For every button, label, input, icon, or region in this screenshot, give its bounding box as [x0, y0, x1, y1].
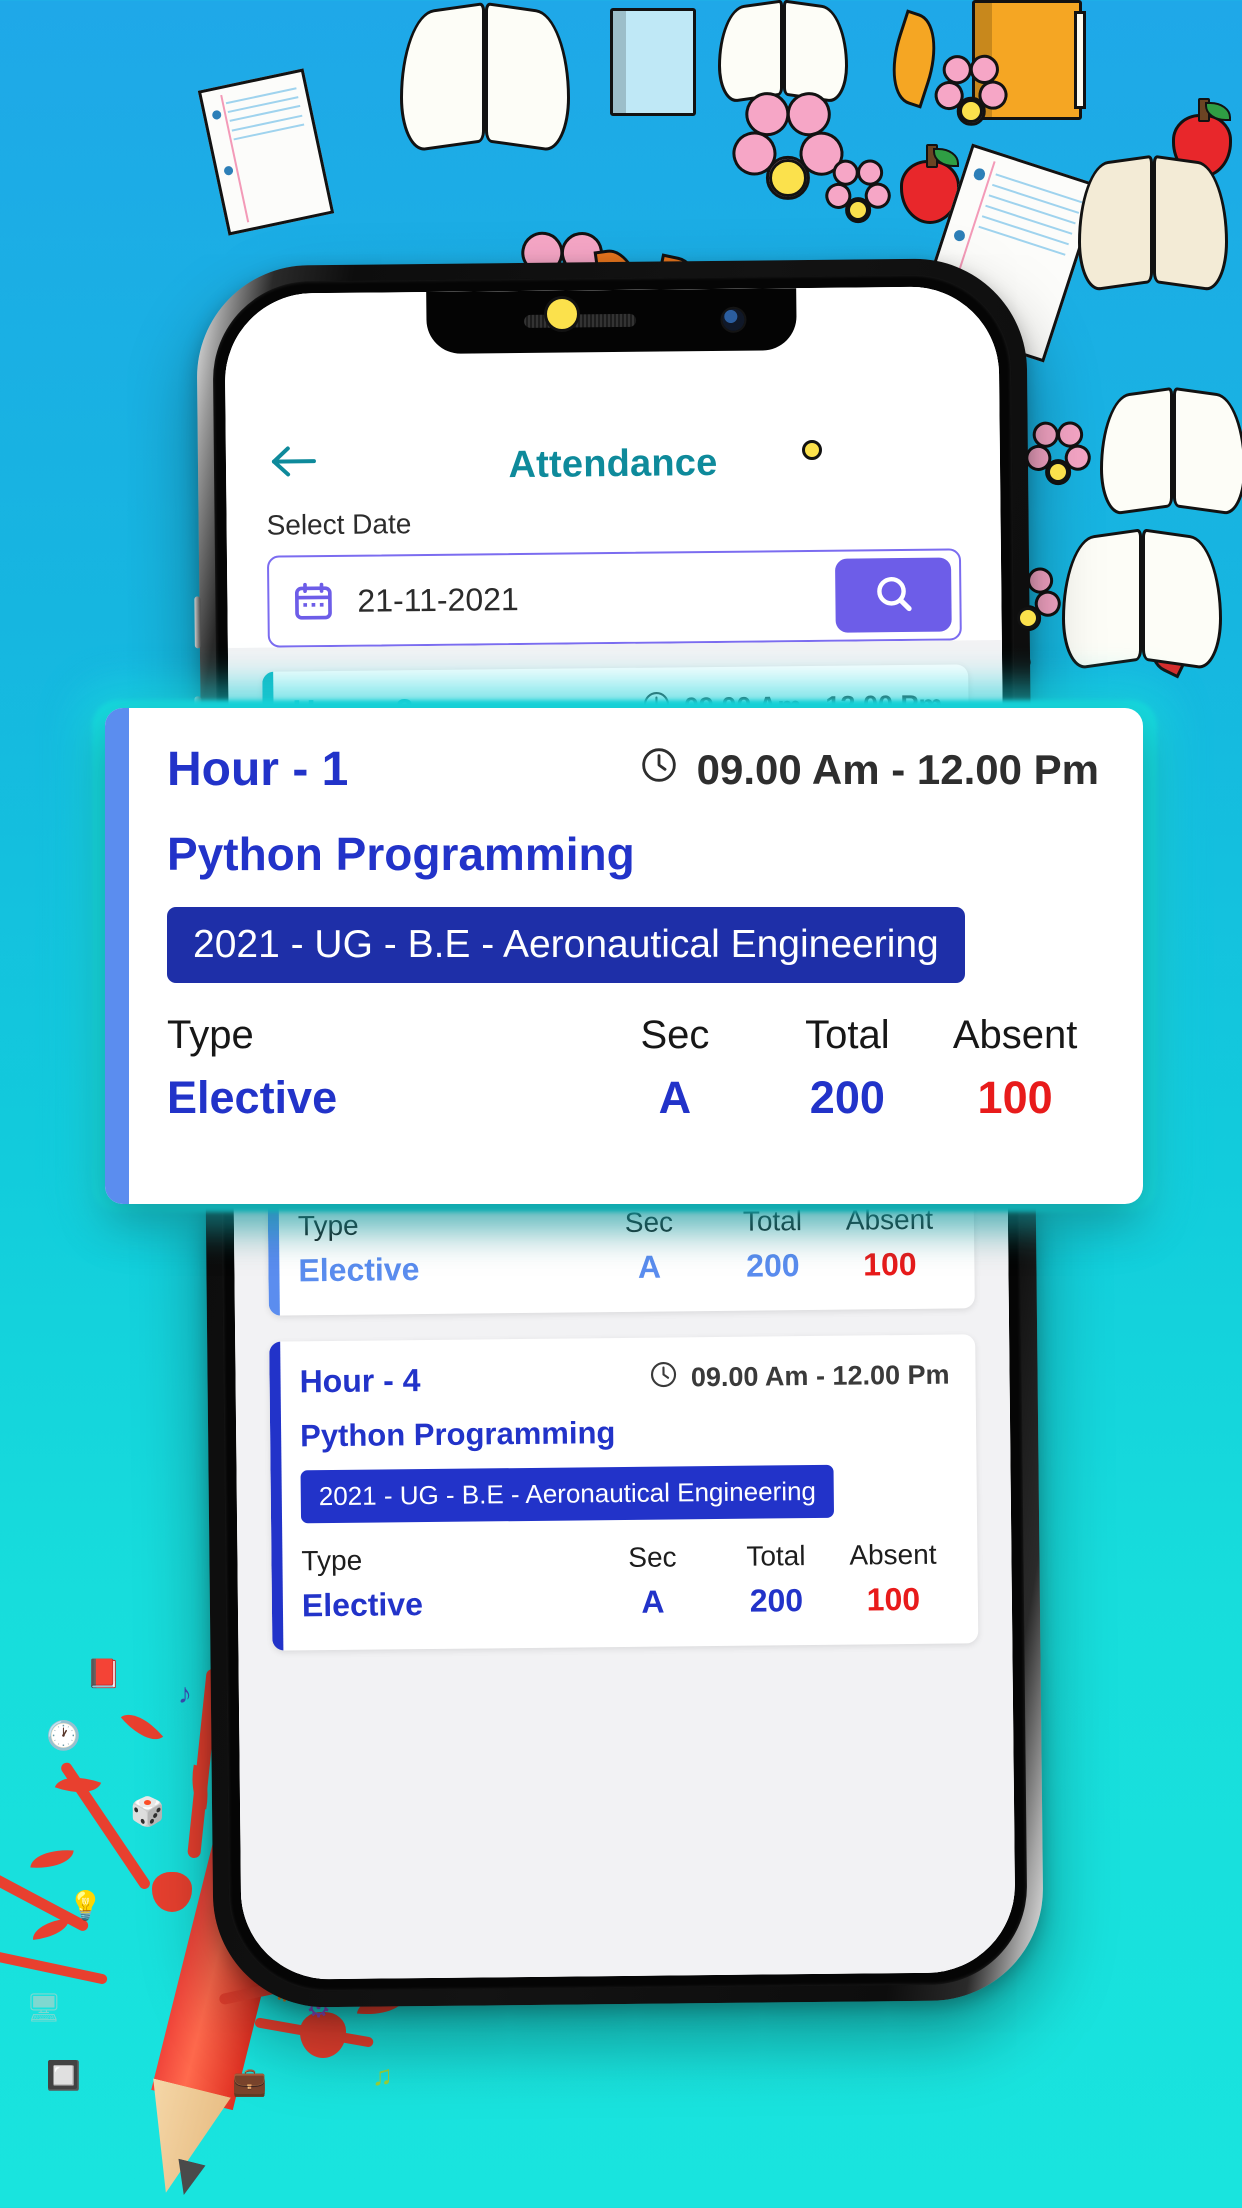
dice-icon: 🎲 [130, 1796, 165, 1827]
card-time-row: 09.00 Am - 12.00 Pm [649, 1357, 950, 1397]
apple-icon [900, 144, 960, 224]
date-input[interactable]: 21-11-2021 [335, 577, 835, 619]
card-course-badge: 2021 - UG - B.E - Aeronautical Engineeri… [300, 1464, 835, 1524]
page-title: Attendance [508, 441, 718, 487]
clock-icon [639, 745, 679, 795]
value-absent: 100 [977, 1072, 1053, 1123]
open-book-icon [1078, 154, 1228, 294]
lightbulb-icon: 💡 [68, 1890, 103, 1921]
select-date-label: Select Date [266, 508, 412, 541]
attendance-hour-card[interactable]: Hour - 4 09.00 Am - 12.00 Pm Python Progra… [269, 1334, 979, 1651]
graduation-book-icon: 📕 [86, 1658, 121, 1689]
flower-icon [726, 83, 850, 226]
open-book-icon [400, 2, 570, 154]
column-header-type: Type [301, 1544, 363, 1577]
popup-subject: Python Programming [167, 828, 635, 880]
card-table: TypeSecTotalAbsentElectiveA200100 [298, 1204, 949, 1290]
calendar-icon [291, 579, 335, 623]
popup-time-text: 09.00 Am - 12.00 Pm [696, 745, 1099, 793]
column-header-total: Total [805, 1013, 890, 1057]
card-table-row: Elective A 200 100 [298, 1246, 948, 1290]
closed-book-icon [610, 8, 696, 116]
value-type: Elective [167, 1072, 338, 1123]
popup-time-row: 09.00 Am - 12.00 Pm [639, 745, 1099, 795]
popup-table: Type Sec Total Absent Elective A 200 100 [167, 1013, 1099, 1124]
column-header-sec: Sec [640, 1013, 710, 1057]
popup-header: Hour - 1 09.00 Am - 12.00 Pm [167, 742, 1099, 797]
card-hour-label: Hour - 4 [299, 1362, 421, 1400]
open-book-icon [1100, 386, 1242, 518]
phone-notch [426, 288, 797, 354]
value-type: Elective [301, 1586, 424, 1624]
value-sec: A [658, 1072, 692, 1123]
front-camera-icon [722, 308, 745, 331]
earpiece-speaker-icon [524, 313, 637, 328]
value-absent: 100 [866, 1580, 921, 1618]
abc-block-icon: 🔲 [46, 2060, 81, 2091]
mute-switch[interactable] [194, 596, 201, 649]
leaf-icon [879, 9, 949, 109]
card-table-header: Type Sec Total Absent [301, 1539, 951, 1578]
popup-hour-label: Hour - 1 [167, 743, 349, 796]
flower-icon [931, 49, 1011, 142]
column-header-sec: Sec [628, 1541, 677, 1573]
flower-icon [1022, 416, 1094, 500]
value-total: 200 [746, 1247, 800, 1284]
open-book-icon [1062, 528, 1222, 672]
attendance-detail-popup[interactable]: Hour - 1 09.00 Am - 12.00 Pm Python Prog… [105, 708, 1143, 1204]
date-selector-section: Select Date 21-11-2021 [226, 495, 1002, 649]
value-sec: A [641, 1583, 665, 1620]
music-note-icon: ♪ [178, 1678, 192, 1709]
apple-icon [1172, 98, 1232, 178]
column-header-type: Type [167, 1013, 254, 1057]
value-total: 200 [809, 1072, 885, 1123]
open-book-icon [718, 0, 848, 105]
popup-course-badge: 2021 - UG - B.E - Aeronautical Engineeri… [167, 907, 965, 983]
flower-icon [822, 154, 894, 238]
monitor-icon: 🖥 [26, 1992, 62, 2023]
popup-body: Hour - 1 09.00 Am - 12.00 Pm Python Prog… [105, 708, 1143, 1124]
apple-icon [1184, 433, 1242, 510]
closed-book-icon [972, 0, 1087, 120]
card-table-row: Elective A 200 100 [302, 1581, 952, 1625]
card-header: Hour - 4 09.00 Am - 12.00 Pm [299, 1357, 949, 1401]
column-header-type: Type [297, 1209, 359, 1242]
back-arrow-icon[interactable] [266, 433, 323, 490]
clock-icon: 🕐 [46, 1720, 81, 1751]
value-absent: 100 [862, 1245, 917, 1283]
popup-table-row: Elective A 200 100 [167, 1072, 1099, 1124]
value-type: Elective [298, 1251, 420, 1289]
notebook-paper-icon [197, 68, 335, 236]
column-header-total: Total [746, 1540, 806, 1572]
card-time-text: 09.00 Am - 12.00 Pm [690, 1359, 950, 1393]
music-note-icon: ♫ [372, 2060, 393, 2091]
date-input-row[interactable]: 21-11-2021 [266, 548, 962, 648]
briefcase-icon: 💼 [232, 2066, 267, 2097]
value-sec: A [637, 1248, 662, 1285]
search-icon [871, 570, 916, 619]
search-button[interactable] [834, 557, 952, 633]
popup-table-header: Type Sec Total Absent [167, 1013, 1099, 1058]
value-total: 200 [749, 1582, 804, 1619]
leaf-icon [1129, 559, 1225, 679]
clock-icon [649, 1359, 679, 1396]
column-header-absent: Absent [849, 1538, 937, 1571]
card-table: Type Sec Total Absent Elective A 200 100 [301, 1539, 952, 1625]
column-header-absent: Absent [952, 1013, 1078, 1057]
